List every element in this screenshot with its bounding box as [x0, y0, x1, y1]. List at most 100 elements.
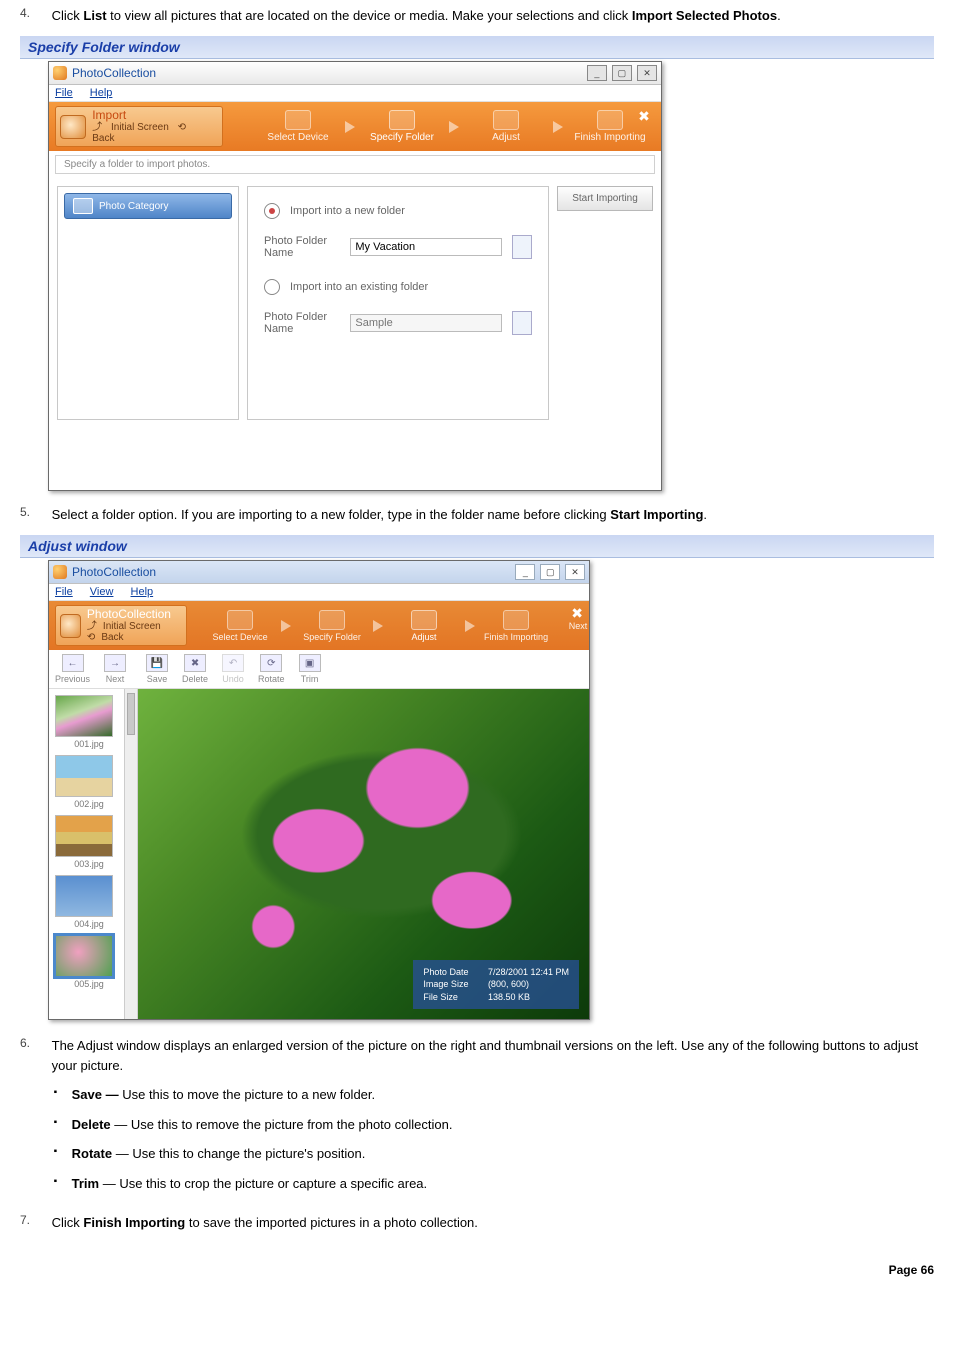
folder-name-label-2: Photo Folder Name	[264, 311, 340, 335]
screenshot-adjust: PhotoCollection _ ▢ ✕ File View Help Pho…	[48, 560, 590, 1021]
arrow-icon	[345, 121, 355, 133]
next-button[interactable]: →Next	[104, 654, 126, 684]
arrow-icon	[449, 121, 459, 133]
new-folder-name-input[interactable]	[350, 238, 502, 256]
center-panel: Import into a new folder Photo Folder Na…	[247, 186, 549, 420]
step-select-device[interactable]: Select Device	[253, 110, 343, 143]
window-title-2: PhotoCollection	[72, 565, 156, 579]
menu-file[interactable]: File	[55, 586, 73, 598]
step-4-bold-list: List	[83, 8, 106, 23]
step-6: 6. The Adjust window displays an enlarge…	[20, 1036, 934, 1203]
thumb-005[interactable]: 005.jpg	[55, 935, 123, 989]
arrow-icon	[373, 620, 383, 632]
initial-screen-link[interactable]: Initial Screen	[111, 122, 169, 133]
step-finish-importing[interactable]: Finish Importing	[477, 610, 555, 642]
minimize-button[interactable]: _	[515, 564, 535, 580]
menu-bar: File Help	[49, 85, 661, 102]
step-select-device[interactable]: Select Device	[201, 610, 279, 642]
close-panel-icon[interactable]: ✖	[571, 605, 583, 622]
page-number: Page 66	[20, 1263, 934, 1277]
minimize-button[interactable]: _	[587, 65, 607, 81]
step-4-number: 4.	[20, 6, 48, 20]
radio-new-folder[interactable]	[264, 203, 280, 219]
adjust-toolbar: ←Previous →Next 💾Save ✖Delete ↶Undo ⟳Rot…	[49, 650, 589, 689]
radio-existing-folder[interactable]	[264, 279, 280, 295]
step-6-body: The Adjust window displays an enlarged v…	[52, 1036, 922, 1203]
close-button[interactable]: ✕	[637, 65, 657, 81]
existing-folder-name-input	[350, 314, 502, 332]
thumb-002[interactable]: 002.jpg	[55, 755, 123, 809]
menu-bar-2: File View Help	[49, 584, 589, 601]
step-6-number: 6.	[20, 1036, 48, 1050]
thumb-003[interactable]: 003.jpg	[55, 815, 123, 869]
bullet-save: Save — Use this to move the picture to a…	[52, 1085, 922, 1105]
import-title: Import	[92, 109, 214, 122]
folder-name-label-1: Photo Folder Name	[264, 235, 340, 259]
step-4-bold-import: Import Selected Photos	[632, 8, 777, 23]
step-adjust[interactable]: Adjust	[385, 610, 463, 642]
menu-help[interactable]: Help	[131, 586, 154, 598]
bullet-delete: Delete — Use this to remove the picture …	[52, 1115, 922, 1135]
thumbnail-column: 001.jpg 002.jpg 003.jpg 004.jpg 005.jpg	[49, 689, 138, 1019]
window-buttons: _ ▢ ✕	[585, 65, 657, 82]
step-4-body: Click List to view all pictures that are…	[52, 6, 922, 26]
delete-button[interactable]: ✖Delete	[182, 654, 208, 684]
step-4-mid: to view all pictures that are located on…	[107, 8, 632, 23]
thumbnail-scrollbar[interactable]	[124, 689, 137, 1019]
start-importing-button[interactable]: Start Importing	[557, 186, 653, 211]
hint-bar: Specify a folder to import photos.	[55, 155, 655, 174]
step-4-post: .	[777, 8, 781, 23]
caption-specify-folder: Specify Folder window	[20, 36, 934, 59]
close-button[interactable]: ✕	[565, 564, 585, 580]
caption-adjust-window: Adjust window	[20, 535, 934, 558]
photo-info-overlay: Photo Date 7/28/2001 12:41 PM Image Size…	[413, 960, 579, 1010]
menu-file[interactable]: File	[55, 87, 73, 99]
maximize-button[interactable]: ▢	[540, 564, 560, 580]
bullet-trim: Trim — Use this to crop the picture or c…	[52, 1174, 922, 1194]
maximize-button[interactable]: ▢	[612, 65, 632, 81]
trim-button[interactable]: ▣Trim	[299, 654, 321, 684]
arrow-icon	[465, 620, 475, 632]
initial-screen-link-2[interactable]: Initial Screen	[103, 621, 161, 632]
bullet-rotate: Rotate — Use this to change the picture'…	[52, 1144, 922, 1164]
import-icon	[60, 614, 81, 638]
thumb-001[interactable]: 001.jpg	[55, 695, 123, 749]
wizard-steps: Select Device Specify Folder Adjust Fini…	[253, 110, 655, 143]
step-5-number: 5.	[20, 505, 48, 519]
app-icon	[53, 66, 67, 80]
radio-new-folder-label: Import into a new folder	[290, 205, 405, 217]
step-specify-folder[interactable]: Specify Folder	[357, 110, 447, 143]
step-adjust[interactable]: Adjust	[461, 110, 551, 143]
back-link[interactable]: Back	[92, 133, 114, 144]
import-left-panel: Import ⤴ Initial Screen ⟲ Back	[55, 106, 223, 147]
screenshot-specify-folder: PhotoCollection _ ▢ ✕ File Help Import ⤴…	[48, 61, 662, 492]
arrow-icon	[553, 121, 563, 133]
import-bar-2: PhotoCollection ⤴Initial Screen ⟲Back Se…	[49, 601, 589, 650]
radio-existing-folder-label: Import into an existing folder	[290, 281, 428, 293]
close-panel-icon[interactable]: ✖	[633, 106, 655, 126]
arrow-icon	[281, 620, 291, 632]
step-7-body: Click Finish Importing to save the impor…	[52, 1213, 922, 1233]
step-7-number: 7.	[20, 1213, 48, 1227]
window-title: PhotoCollection	[72, 66, 156, 80]
undo-button[interactable]: ↶Undo	[222, 654, 244, 684]
browse-button-2[interactable]	[512, 311, 532, 335]
menu-view[interactable]: View	[90, 586, 114, 598]
browse-button-1[interactable]	[512, 235, 532, 259]
next-link[interactable]: Next	[555, 621, 601, 631]
import-title-2: PhotoCollection	[87, 608, 178, 621]
step-7: 7. Click Finish Importing to save the im…	[20, 1213, 934, 1233]
step-specify-folder[interactable]: Specify Folder	[293, 610, 371, 642]
menu-help[interactable]: Help	[90, 87, 113, 99]
import-icon	[60, 115, 86, 139]
main-image-view: Photo Date 7/28/2001 12:41 PM Image Size…	[138, 689, 589, 1019]
thumb-004[interactable]: 004.jpg	[55, 875, 123, 929]
previous-button[interactable]: ←Previous	[55, 654, 90, 684]
photo-category-button[interactable]: Photo Category	[64, 193, 232, 219]
step-4-pre: Click	[52, 8, 84, 23]
app-icon	[53, 565, 67, 579]
rotate-button[interactable]: ⟳Rotate	[258, 654, 285, 684]
step-5: 5. Select a folder option. If you are im…	[20, 505, 934, 525]
save-button[interactable]: 💾Save	[146, 654, 168, 684]
back-link-2[interactable]: Back	[101, 632, 123, 643]
